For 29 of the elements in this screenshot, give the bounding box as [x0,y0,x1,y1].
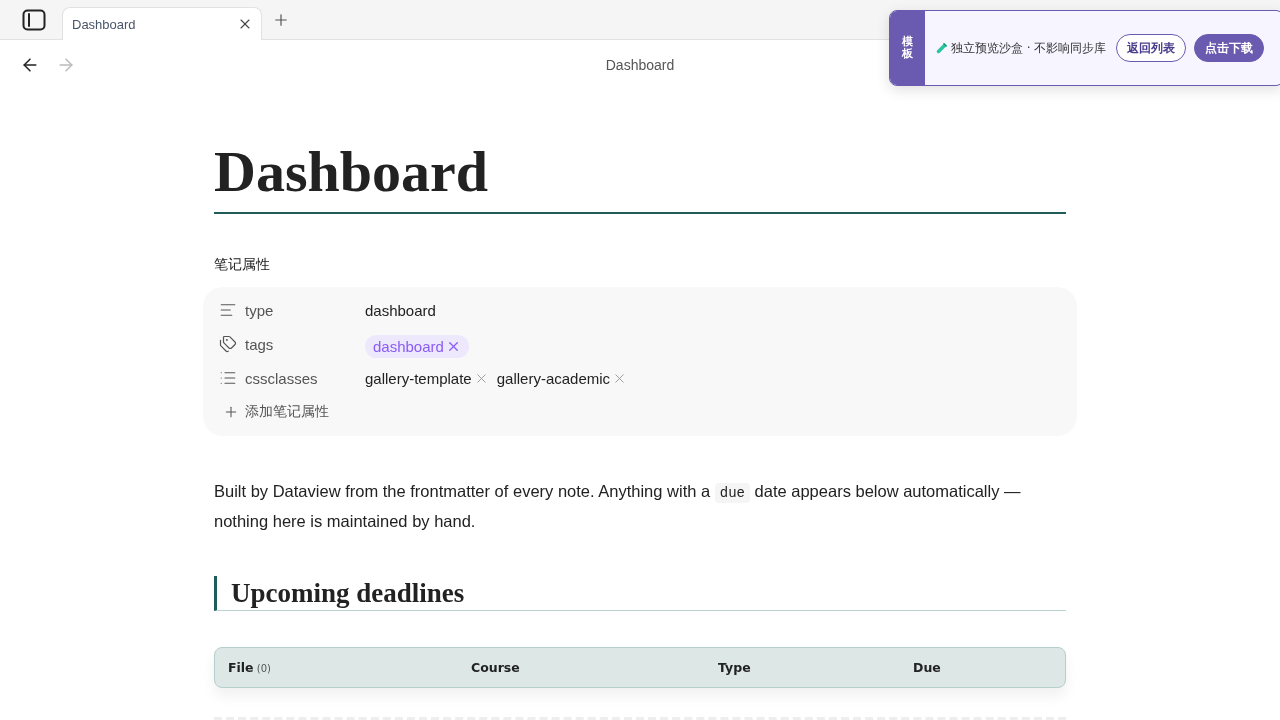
class-chip[interactable]: gallery-template [365,366,497,390]
tags-icon [219,335,237,353]
sidebar-toggle-icon[interactable] [22,9,46,31]
plus-icon [223,404,239,420]
property-key[interactable]: tags [245,335,274,353]
class-chip[interactable]: gallery-academic [496,366,636,390]
back-to-list-button[interactable]: 返回列表 [1116,34,1187,62]
list-icon [219,369,237,387]
property-key[interactable]: cssclasses [245,369,318,387]
banner-badge: 模板 [890,11,925,85]
text-lines-icon [219,301,237,319]
tab[interactable]: Dashboard [62,7,262,40]
properties-heading: 笔记属性 [214,255,271,274]
new-tab-icon[interactable] [272,11,290,29]
add-property-button[interactable]: 添加笔记属性 [219,395,329,429]
section-heading: Upcoming deadlines [214,576,1066,611]
column-header[interactable]: Due [913,660,1065,675]
banner-message: 独立预览沙盒 · 不影响同步库 [951,39,1107,57]
property-key[interactable]: type [245,301,274,319]
property-value[interactable]: dashboard [365,301,436,319]
test-tube-icon [935,41,948,55]
column-header[interactable]: Course [471,660,718,675]
tag-pill[interactable]: dashboard [365,334,469,358]
download-button[interactable]: 点击下载 [1194,34,1265,62]
intro-paragraph: Built by Dataview from the frontmatter of every note. Anything with a due date appears below automatically — nothing here is maintained by hand. [214,481,1022,532]
column-header[interactable]: Type [718,660,913,675]
view-title: Dashboard [605,57,675,73]
note-title: Dashboard [214,137,1066,214]
column-header[interactable]: File (0) [228,660,471,675]
